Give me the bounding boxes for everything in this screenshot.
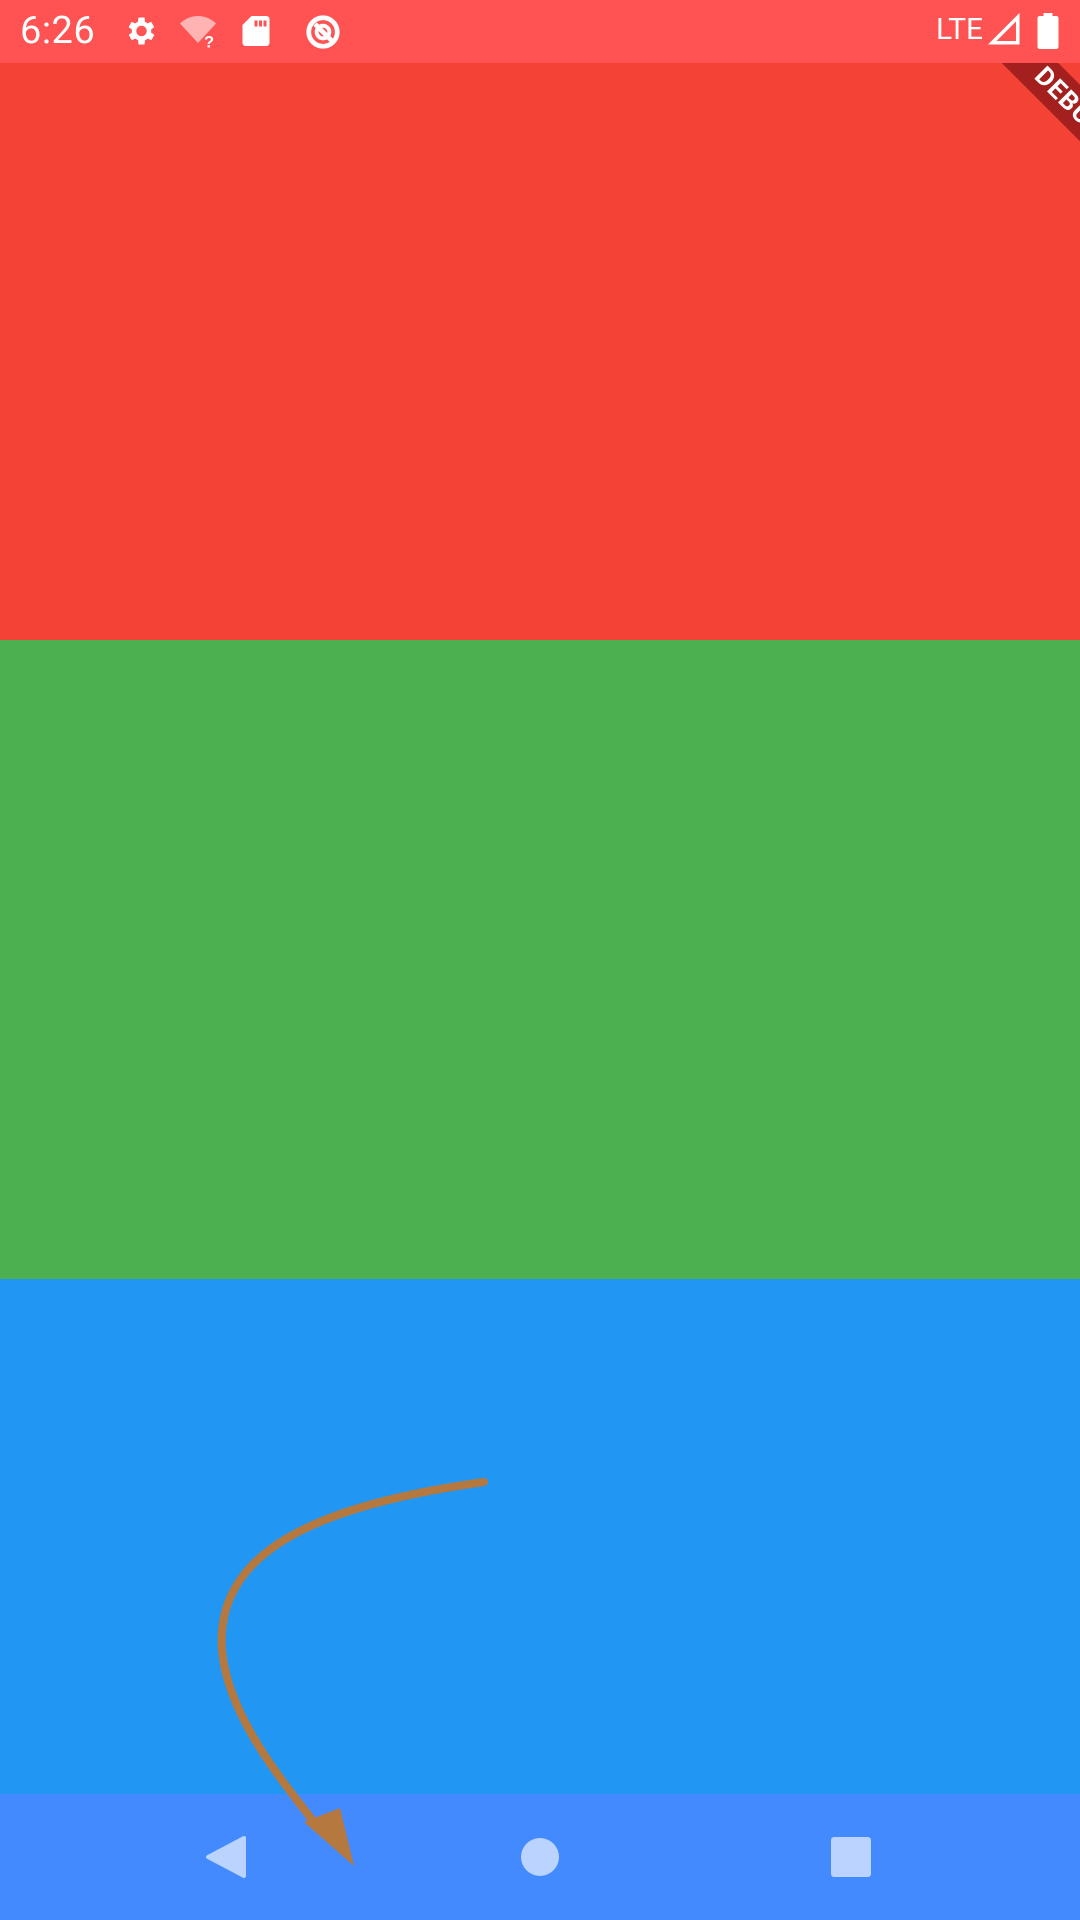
green-block: [0, 640, 1080, 1279]
wifi-unknown-icon: ?: [178, 13, 216, 52]
data-saver-icon: [304, 13, 340, 49]
status-bar: 6:26 ? LTE: [0, 0, 1080, 63]
signal-icon: [987, 12, 1024, 49]
network-type-label: LTE: [936, 12, 984, 47]
home-icon: [521, 1838, 559, 1876]
back-button[interactable]: [146, 1794, 306, 1920]
sd-card-icon: [240, 13, 276, 49]
debug-banner: DEBUG: [949, 63, 1080, 224]
recents-button[interactable]: [771, 1794, 931, 1920]
navigation-bar: [0, 1794, 1080, 1920]
home-button[interactable]: [460, 1794, 620, 1920]
battery-icon: [1036, 13, 1072, 49]
svg-text:?: ?: [204, 34, 214, 50]
recents-icon: [831, 1837, 871, 1877]
blue-block: [0, 1279, 1080, 1794]
settings-icon: [122, 13, 158, 49]
debug-banner-container: DEBUG: [860, 63, 1080, 283]
back-icon: [206, 1836, 246, 1878]
status-time: 6:26: [20, 9, 96, 53]
